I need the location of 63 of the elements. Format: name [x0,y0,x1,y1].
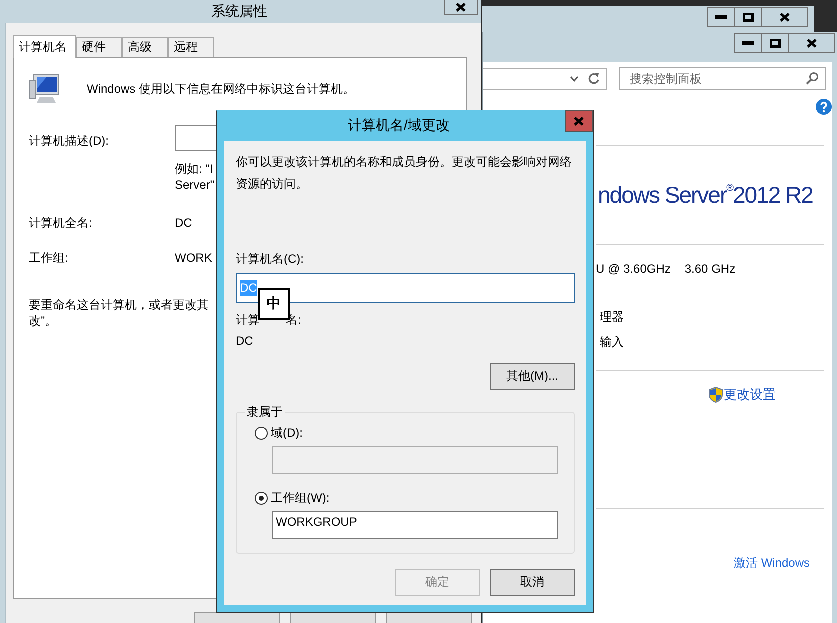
radio-button[interactable]: 域(D): [255,425,303,441]
computer-icon [29,73,61,105]
field-label: 工作组: [29,250,68,266]
field-value: DC [240,280,258,296]
maximize-button[interactable] [735,7,762,27]
close-icon [456,2,466,12]
close-button[interactable] [789,33,835,53]
minimize-button[interactable] [707,7,735,27]
intro-text: Windows 使用以下信息在网络中标识这台计算机。 [87,81,356,97]
maximize-icon [742,12,754,22]
minimize-icon [715,15,727,19]
field-value: DC [236,333,254,349]
dialog-button[interactable]: 取消 [490,569,575,596]
maximize-icon [770,38,780,48]
close-icon [780,12,790,22]
intro-text: 你可以更改该计算机的名称和成员身份。更改可能会影响对网络资源的访问。 [236,154,573,193]
input-field[interactable] [175,125,216,151]
activate-windows-text: 激活 Windows [734,555,810,572]
maximize-button[interactable] [762,33,789,53]
search-icon [806,72,819,85]
dialog-button[interactable] [290,612,376,623]
group-label: 隶属于 [246,404,284,421]
input-field[interactable] [272,446,558,474]
tab[interactable]: 高级 [122,37,168,57]
example-text: Server" [175,177,215,193]
field-value: DC [175,215,192,231]
edition-logo: ndows Server$^{®}$2012 R2 [598,181,813,210]
search-input[interactable]: 搜索控制面板 [630,70,806,86]
close-button[interactable] [762,7,808,27]
close-icon [806,38,816,48]
chevron-down-icon [570,76,579,82]
window-title: 计算机名/域更改 [348,117,450,135]
radio-button[interactable]: 工作组(W): [255,490,330,506]
example-text: 例如: "I [175,161,214,177]
input-field[interactable]: WORKGROUP [272,511,558,539]
refresh-icon [588,72,600,85]
minimize-button[interactable] [734,33,762,53]
dialog-button[interactable] [194,612,280,623]
tab[interactable]: 计算机名 [13,35,76,58]
field-label: 计算机全名: [29,215,92,231]
close-icon [574,116,584,126]
change-settings-link[interactable]: 更改设置 [724,386,776,404]
dialog-button[interactable] [386,612,472,623]
info-text: 输入 [600,334,625,350]
tab[interactable]: 远程 [168,37,214,57]
info-text: 理器 [600,309,625,325]
other-button[interactable]: 其他(M)... [490,363,575,390]
rename-text: 要重命名这台计算机，或者更改其 [29,297,209,313]
processor-text: 3.60 GHz [684,261,736,277]
ime-tooltip: 中 [258,288,290,320]
processor-text: U @ 3.60GHz [596,261,671,277]
address-bar[interactable] [483,68,607,90]
search-field[interactable]: 搜索控制面板 [619,67,826,90]
field-value: WORK [175,250,212,266]
field-label: 计算机名(C): [236,251,305,267]
window-title: 系统属性 [212,2,268,20]
shield-icon [709,387,723,403]
tab[interactable]: 硬件 [76,37,122,57]
minimize-icon [742,41,754,45]
close-button[interactable] [444,0,478,15]
field-label: 计算 [236,312,260,328]
rename-text: 改”。 [29,313,57,329]
field-label: 计算机描述(D): [29,133,109,149]
